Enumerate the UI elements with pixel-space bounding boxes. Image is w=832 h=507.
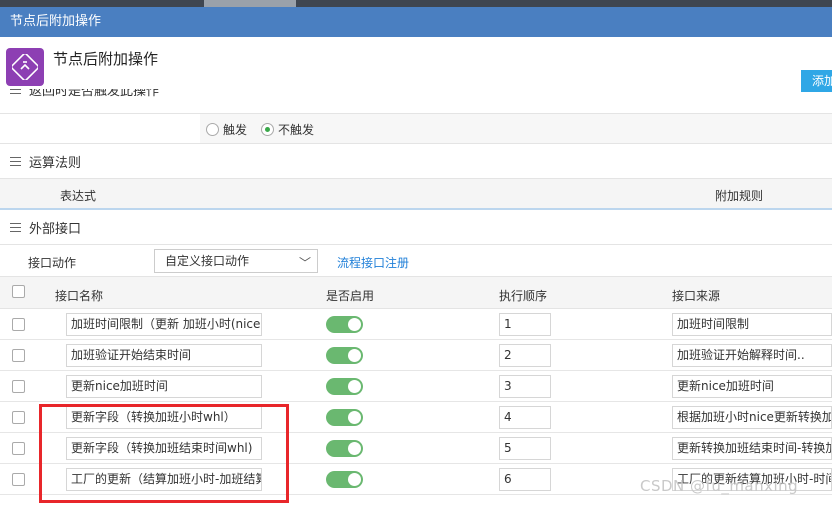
row-checkbox[interactable]	[12, 380, 25, 393]
radio-no-trigger[interactable]: 不触发	[261, 121, 314, 138]
column-header-enabled: 是否启用	[326, 289, 375, 303]
window-title-bar: 节点后附加操作	[0, 7, 832, 37]
row-checkbox[interactable]	[12, 318, 25, 331]
section-header-api: 外部接口	[0, 211, 832, 244]
section-title: 运算法则	[29, 156, 82, 171]
section-header-return-trigger: 返回时是否触发此操作	[0, 89, 832, 113]
radio-button-selected[interactable]	[261, 123, 275, 136]
radio-label: 不触发	[278, 123, 315, 137]
rules-table-header: 表达式 附加规则	[0, 178, 832, 210]
chevron-down-icon: ﹀	[298, 256, 311, 270]
row-checkbox[interactable]	[12, 349, 25, 362]
column-header-order: 执行顺序	[499, 289, 548, 303]
radio-button[interactable]	[206, 123, 219, 136]
page-title: 节点后附加操作	[53, 50, 159, 68]
order-input[interactable]: 3	[499, 375, 551, 398]
enabled-toggle[interactable]	[326, 440, 363, 457]
column-header-name: 接口名称	[55, 289, 104, 303]
order-input[interactable]: 1	[499, 313, 551, 336]
column-header-rule: 附加规则	[715, 189, 764, 203]
top-strip-tab	[204, 0, 296, 7]
order-input[interactable]: 2	[499, 344, 551, 367]
source-input[interactable]: 更新nice加班时间	[672, 375, 832, 398]
column-header-expression: 表达式	[60, 189, 97, 203]
column-header-source: 接口来源	[672, 289, 721, 303]
enabled-toggle[interactable]	[326, 409, 363, 426]
select-value: 自定义接口动作	[165, 254, 250, 268]
highlight-annotation-box	[39, 404, 289, 503]
order-input[interactable]: 4	[499, 406, 551, 429]
table-row: 加班时间限制（更新 加班小时(nice) 1 加班时间限制	[0, 309, 832, 340]
section-header-rules: 运算法则	[0, 145, 832, 178]
interface-name-input[interactable]: 加班验证开始结束时间	[66, 344, 262, 367]
interface-name-input[interactable]: 更新nice加班时间	[66, 375, 262, 398]
watermark: CSDN @fu_manxing	[640, 477, 799, 495]
radio-label: 触发	[223, 123, 248, 137]
row-checkbox[interactable]	[12, 411, 25, 424]
order-input[interactable]: 5	[499, 437, 551, 460]
table-row: 加班验证开始结束时间 2 加班验证开始解释时间..	[0, 340, 832, 371]
menu-icon	[10, 223, 21, 232]
select-all-checkbox[interactable]	[12, 285, 25, 298]
menu-icon	[10, 157, 21, 166]
source-input[interactable]: 加班时间限制	[672, 313, 832, 336]
trigger-radio-group: 触发 不触发	[206, 121, 314, 138]
radio-trigger[interactable]: 触发	[206, 121, 247, 138]
enabled-toggle[interactable]	[326, 316, 363, 333]
source-input[interactable]: 加班验证开始解释时间..	[672, 344, 832, 367]
workflow-icon	[6, 48, 44, 86]
menu-icon	[10, 89, 21, 94]
order-input[interactable]: 6	[499, 468, 551, 491]
table-row: 更新nice加班时间 3 更新nice加班时间	[0, 371, 832, 402]
top-strip	[0, 0, 832, 7]
register-api-link[interactable]: 流程接口注册	[337, 254, 409, 271]
page-header: 节点后附加操作 添加	[0, 37, 832, 95]
source-input[interactable]: 更新转换加班结束时间-转换加	[672, 437, 832, 460]
trigger-row: 触发 不触发	[0, 113, 832, 144]
api-table-header: 接口名称 是否启用 执行顺序 接口来源	[0, 276, 832, 309]
source-input[interactable]: 根据加班小时nice更新转换加班	[672, 406, 832, 429]
api-action-row: 接口动作 自定义接口动作 ﹀ 流程接口注册	[0, 244, 832, 276]
api-action-select[interactable]: 自定义接口动作 ﹀	[154, 249, 318, 273]
enabled-toggle[interactable]	[326, 347, 363, 364]
row-checkbox[interactable]	[12, 442, 25, 455]
api-action-label: 接口动作	[28, 256, 77, 270]
section-title: 外部接口	[29, 222, 82, 237]
row-checkbox[interactable]	[12, 473, 25, 486]
enabled-toggle[interactable]	[326, 378, 363, 395]
interface-name-input[interactable]: 加班时间限制（更新 加班小时(nice)	[66, 313, 262, 336]
enabled-toggle[interactable]	[326, 471, 363, 488]
section-title: 返回时是否触发此操作	[29, 89, 160, 99]
window-title: 节点后附加操作	[10, 14, 102, 29]
